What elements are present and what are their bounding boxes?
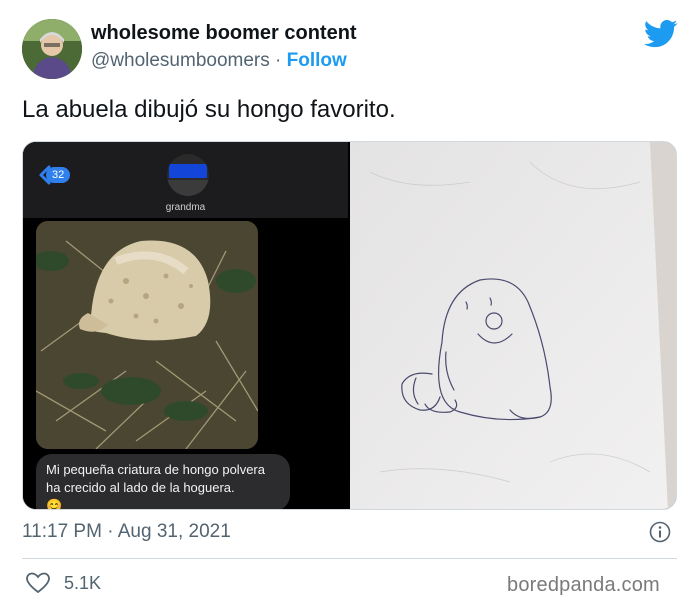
author-avatar[interactable] xyxy=(22,19,82,79)
message-bubble: Mi pequeña criatura de hongo polvera ha … xyxy=(36,454,290,510)
messages-screenshot: 32 grandma Mi pequeña criatura de hongo … xyxy=(23,142,348,510)
contact-name: grandma xyxy=(165,202,206,213)
heart-icon[interactable] xyxy=(25,571,51,595)
message-text: Mi pequeña criatura de hongo polvera ha … xyxy=(46,462,265,495)
twitter-bird-icon[interactable] xyxy=(644,19,678,49)
smile-emoji: 😊 xyxy=(46,498,63,510)
mushroom-drawing-photo xyxy=(350,142,676,509)
like-count[interactable]: 5.1K xyxy=(64,573,101,594)
puffball-mushroom-photo xyxy=(36,221,258,449)
handle-separator: · xyxy=(275,50,282,71)
author-handle-row: @wholesumboomers · Follow xyxy=(91,50,347,72)
tweet-media[interactable]: 32 grandma Mi pequeña criatura de hongo … xyxy=(22,141,677,510)
tweet-divider xyxy=(22,558,677,559)
info-icon[interactable] xyxy=(649,521,671,543)
author-display-name[interactable]: wholesome boomer content xyxy=(91,22,357,45)
boredpanda-watermark: boredpanda.com xyxy=(507,574,660,596)
unread-count-badge: 32 xyxy=(46,167,71,183)
follow-button[interactable]: Follow xyxy=(287,50,347,71)
author-handle[interactable]: @wholesumboomers xyxy=(91,50,270,71)
tweet-timestamp[interactable]: 11:17 PM · Aug 31, 2021 xyxy=(22,521,231,543)
messages-header: 32 grandma xyxy=(23,142,348,218)
contact-avatar xyxy=(167,154,209,196)
tweet-text: La abuela dibujó su hongo favorito. xyxy=(22,96,396,123)
